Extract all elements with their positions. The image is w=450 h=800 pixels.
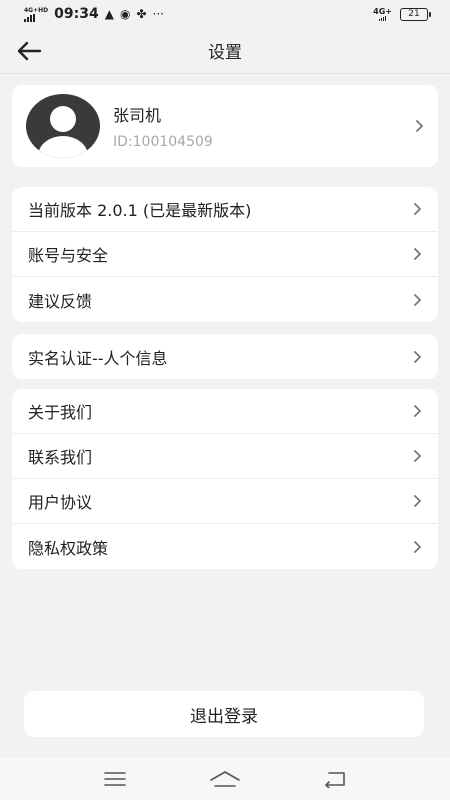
setting-row-account-security[interactable]: 账号与安全 xyxy=(12,232,438,277)
return-button[interactable] xyxy=(315,764,355,794)
warning-icon: ▲ xyxy=(104,7,114,21)
back-button[interactable] xyxy=(14,36,44,66)
settings-group-about: 关于我们 联系我们 用户协议 隐私权政策 xyxy=(12,389,438,569)
setting-label: 隐私权政策 xyxy=(28,538,109,558)
setting-row-about-us[interactable]: 关于我们 xyxy=(12,389,438,434)
setting-label: 联系我们 xyxy=(28,448,93,467)
setting-row-contact-us[interactable]: 联系我们 xyxy=(12,434,438,479)
chevron-right-icon xyxy=(414,450,421,462)
setting-label: 关于我们 xyxy=(28,403,93,422)
right-network-label: 4G+ xyxy=(373,7,392,16)
chevron-right-icon xyxy=(414,405,421,417)
right-signal-icon xyxy=(379,16,387,21)
setting-label: 当前版本 2.0.1 (已是最新版本) xyxy=(28,201,252,220)
setting-row-version[interactable]: 当前版本 2.0.1 (已是最新版本) xyxy=(12,187,438,232)
battery-level: 21 xyxy=(408,8,420,19)
setting-row-privacy-policy[interactable]: 隐私权政策 xyxy=(12,524,438,569)
setting-row-real-name-verification[interactable]: 实名认证--人个信息 xyxy=(12,334,438,379)
menu-button[interactable] xyxy=(95,764,135,794)
status-time: 09:34 xyxy=(54,6,99,22)
person-silhouette-icon xyxy=(38,106,88,158)
settings-group-verification: 实名认证--人个信息 xyxy=(12,334,438,379)
status-bar-left: 4G+HD 09:34 ▲ ◉ ✤ ··· xyxy=(24,6,373,22)
profile-id: ID:100104509 xyxy=(113,134,213,150)
status-bar-right: 4G+ 21 xyxy=(373,7,431,21)
setting-label: 实名认证--人个信息 xyxy=(28,348,168,368)
network-label: 4G+HD xyxy=(24,6,49,14)
logout-button[interactable]: 退出登录 xyxy=(24,691,424,737)
page-title: 设置 xyxy=(208,43,242,63)
menu-icon xyxy=(104,772,126,786)
chevron-right-icon xyxy=(416,120,423,132)
setting-row-user-agreement[interactable]: 用户协议 xyxy=(12,479,438,524)
right-network-indicator: 4G+ xyxy=(373,7,392,21)
avatar xyxy=(26,94,100,158)
home-button[interactable] xyxy=(205,764,245,794)
app-notification-icon: ◉ xyxy=(119,7,131,21)
chevron-right-icon xyxy=(414,540,421,553)
return-icon xyxy=(325,772,345,788)
chevron-right-icon xyxy=(414,293,421,306)
logout-label: 退出登录 xyxy=(190,706,258,727)
network-indicator: 4G+HD xyxy=(24,7,48,22)
chevron-right-icon xyxy=(414,495,421,507)
chevron-right-icon xyxy=(414,350,421,363)
arrow-left-icon xyxy=(17,41,42,61)
setting-label: 账号与安全 xyxy=(28,246,109,265)
battery-icon: 21 xyxy=(400,7,431,21)
more-notifications-icon: ··· xyxy=(152,7,164,21)
status-bar: 4G+HD 09:34 ▲ ◉ ✤ ··· 4G+ 21 xyxy=(0,0,450,28)
chevron-right-icon xyxy=(414,248,421,260)
nav-header: 设置 xyxy=(0,28,450,74)
profile-card[interactable]: 张司机 ID:100104509 xyxy=(12,85,438,167)
setting-label: 用户协议 xyxy=(28,493,93,512)
chevron-right-icon xyxy=(414,203,421,215)
profile-name: 张司机 xyxy=(113,106,162,125)
fan-icon: ✤ xyxy=(136,7,147,21)
home-icon xyxy=(210,771,240,787)
profile-info: 张司机 ID:100104509 xyxy=(113,102,414,150)
signal-icon xyxy=(24,13,48,22)
settings-group-general: 当前版本 2.0.1 (已是最新版本) 账号与安全 建议反馈 xyxy=(12,187,438,322)
setting-label: 建议反馈 xyxy=(28,291,93,311)
system-nav-bar xyxy=(0,758,450,800)
setting-row-feedback[interactable]: 建议反馈 xyxy=(12,277,438,322)
